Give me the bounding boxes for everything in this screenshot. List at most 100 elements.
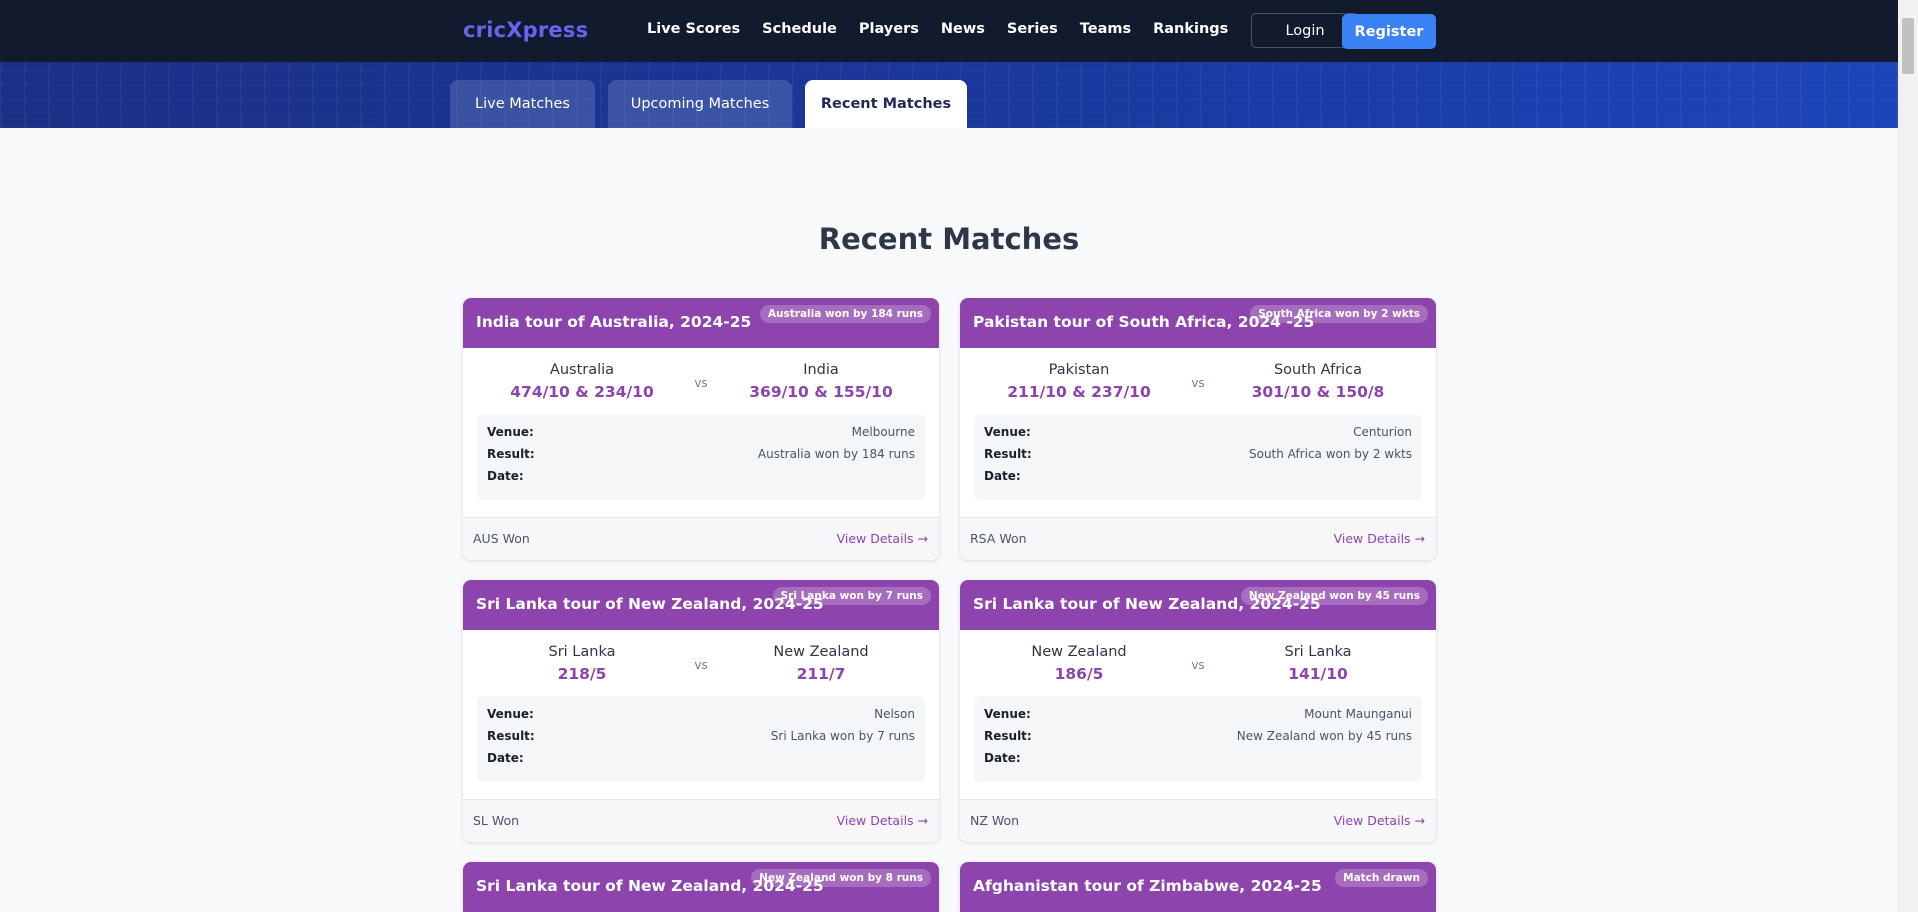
result-row: Result: New Zealand won by 45 runs [984, 729, 1412, 747]
result-badge: Match drawn [1335, 869, 1428, 887]
date-row: Date: [984, 469, 1412, 487]
venue-row: Venue: Mount Maunganui [984, 707, 1412, 725]
result-value: New Zealand won by 45 runs [1236, 729, 1412, 743]
match-card: Sri Lanka tour of New Zealand, 2024-25 S… [463, 580, 939, 842]
venue-label: Venue: [984, 707, 1031, 721]
tab-live-matches[interactable]: Live Matches [450, 80, 595, 128]
result-value: Sri Lanka won by 7 runs [770, 729, 915, 743]
brand-logo[interactable]: cricXpress [463, 18, 588, 42]
match-card: India tour of Australia, 2024-25 Austral… [463, 298, 939, 560]
view-details-link[interactable]: View Details → [1334, 531, 1425, 546]
series-title: India tour of Australia, 2024-25 [476, 313, 752, 331]
card-header: Pakistan tour of South Africa, 2024 -25 … [960, 298, 1436, 348]
series-title: Sri Lanka tour of New Zealand, 2024-25 [476, 595, 824, 613]
result-badge: Sri Lanka won by 7 runs [772, 587, 931, 605]
venue-value: Melbourne [851, 425, 915, 439]
card-footer: NZ Won View Details → [960, 799, 1436, 842]
card-footer: SL Won View Details → [463, 799, 939, 842]
match-card: Sri Lanka tour of New Zealand, 2024-25 N… [960, 580, 1436, 842]
winner-label: RSA Won [970, 531, 1027, 546]
tab-upcoming-matches[interactable]: Upcoming Matches [608, 80, 792, 128]
page-scrollbar[interactable] [1898, 0, 1918, 912]
date-row: Date: [984, 751, 1412, 769]
team-2: New Zealand 211/7 [721, 644, 921, 683]
result-label: Result: [984, 729, 1032, 743]
venue-value: Centurion [1353, 425, 1412, 439]
result-label: Result: [984, 447, 1032, 461]
date-label: Date: [984, 751, 1021, 765]
nav-rankings[interactable]: Rankings [1153, 21, 1228, 37]
result-value: South Africa won by 2 wkts [1248, 447, 1412, 461]
page-title: Recent Matches [818, 222, 1080, 256]
card-header: Sri Lanka tour of New Zealand, 2024-25 S… [463, 580, 939, 630]
card-header: India tour of Australia, 2024-25 Austral… [463, 298, 939, 348]
nav-news[interactable]: News [941, 21, 985, 37]
view-details-link[interactable]: View Details → [1334, 813, 1425, 828]
teams-row: Sri Lanka 218/5 vs New Zealand 211/7 [463, 630, 939, 690]
match-details: Venue: Nelson Result: Sri Lanka won by 7… [477, 696, 925, 782]
team-2: India 369/10 & 155/10 [721, 362, 921, 401]
date-row: Date: [487, 469, 915, 487]
venue-row: Venue: Nelson [487, 707, 915, 725]
team-score: 301/10 & 150/8 [1251, 383, 1385, 401]
result-row: Result: Australia won by 184 runs [487, 447, 915, 465]
card-header: Afghanistan tour of Zimbabwe, 2024-25 Ma… [960, 862, 1436, 912]
nav-teams[interactable]: Teams [1080, 21, 1131, 37]
result-label: Result: [487, 729, 535, 743]
teams-row: Australia 474/10 & 234/10 vs India 369/1… [463, 348, 939, 408]
nav-series[interactable]: Series [1007, 21, 1058, 37]
match-card: Sri Lanka tour of New Zealand, 2024-25 N… [463, 862, 939, 912]
venue-row: Venue: Melbourne [487, 425, 915, 443]
venue-label: Venue: [487, 425, 534, 439]
winner-label: NZ Won [970, 813, 1020, 828]
venue-value: Nelson [874, 707, 915, 721]
match-card: Afghanistan tour of Zimbabwe, 2024-25 Ma… [960, 862, 1436, 912]
result-badge: New Zealand won by 45 runs [1240, 587, 1428, 605]
card-header: Sri Lanka tour of New Zealand, 2024-25 N… [463, 862, 939, 912]
nav-players[interactable]: Players [859, 21, 919, 37]
view-details-link[interactable]: View Details → [837, 813, 928, 828]
teams-row: New Zealand 186/5 vs Sri Lanka 141/10 [960, 630, 1436, 690]
team-score: 141/10 [1288, 665, 1348, 683]
series-title: Afghanistan tour of Zimbabwe, 2024-25 [973, 877, 1322, 895]
match-card: Pakistan tour of South Africa, 2024 -25 … [960, 298, 1436, 560]
venue-value: Mount Maunganui [1304, 707, 1412, 721]
card-header: Sri Lanka tour of New Zealand, 2024-25 N… [960, 580, 1436, 630]
match-details: Venue: Centurion Result: South Africa wo… [974, 414, 1422, 500]
match-details: Venue: Mount Maunganui Result: New Zeala… [974, 696, 1422, 782]
team-2: South Africa 301/10 & 150/8 [1218, 362, 1418, 401]
teams-row: Pakistan 211/10 & 237/10 vs South Africa… [960, 348, 1436, 408]
register-button[interactable]: Register [1342, 14, 1436, 49]
team-score: 211/7 [796, 665, 846, 683]
scrollbar-thumb[interactable] [1902, 18, 1914, 74]
result-badge: South Africa won by 2 wkts [1250, 305, 1428, 323]
date-row: Date: [487, 751, 915, 769]
date-label: Date: [487, 469, 524, 483]
result-badge: New Zealand won by 8 runs [751, 869, 931, 887]
card-footer: RSA Won View Details → [960, 517, 1436, 560]
result-value: Australia won by 184 runs [757, 447, 915, 461]
winner-label: SL Won [473, 813, 520, 828]
team-name: Sri Lanka [1284, 644, 1352, 660]
team-score: 369/10 & 155/10 [749, 383, 893, 401]
date-label: Date: [487, 751, 524, 765]
team-name: South Africa [1273, 362, 1363, 378]
card-footer: AUS Won View Details → [463, 517, 939, 560]
nav-links: Live Scores Schedule Players News Series… [647, 21, 1250, 37]
date-label: Date: [984, 469, 1021, 483]
team-name: India [803, 362, 839, 378]
venue-label: Venue: [984, 425, 1031, 439]
venue-label: Venue: [487, 707, 534, 721]
nav-schedule[interactable]: Schedule [762, 21, 837, 37]
team-2: Sri Lanka 141/10 [1218, 644, 1418, 683]
winner-label: AUS Won [473, 531, 530, 546]
match-details: Venue: Melbourne Result: Australia won b… [477, 414, 925, 500]
tab-recent-matches[interactable]: Recent Matches [805, 80, 967, 128]
venue-row: Venue: Centurion [984, 425, 1412, 443]
result-label: Result: [487, 447, 535, 461]
result-badge: Australia won by 184 runs [759, 305, 931, 323]
nav-live-scores[interactable]: Live Scores [647, 21, 740, 37]
top-navbar: cricXpress Live Scores Schedule Players … [0, 0, 1898, 62]
team-name: New Zealand [773, 644, 869, 660]
view-details-link[interactable]: View Details → [837, 531, 928, 546]
